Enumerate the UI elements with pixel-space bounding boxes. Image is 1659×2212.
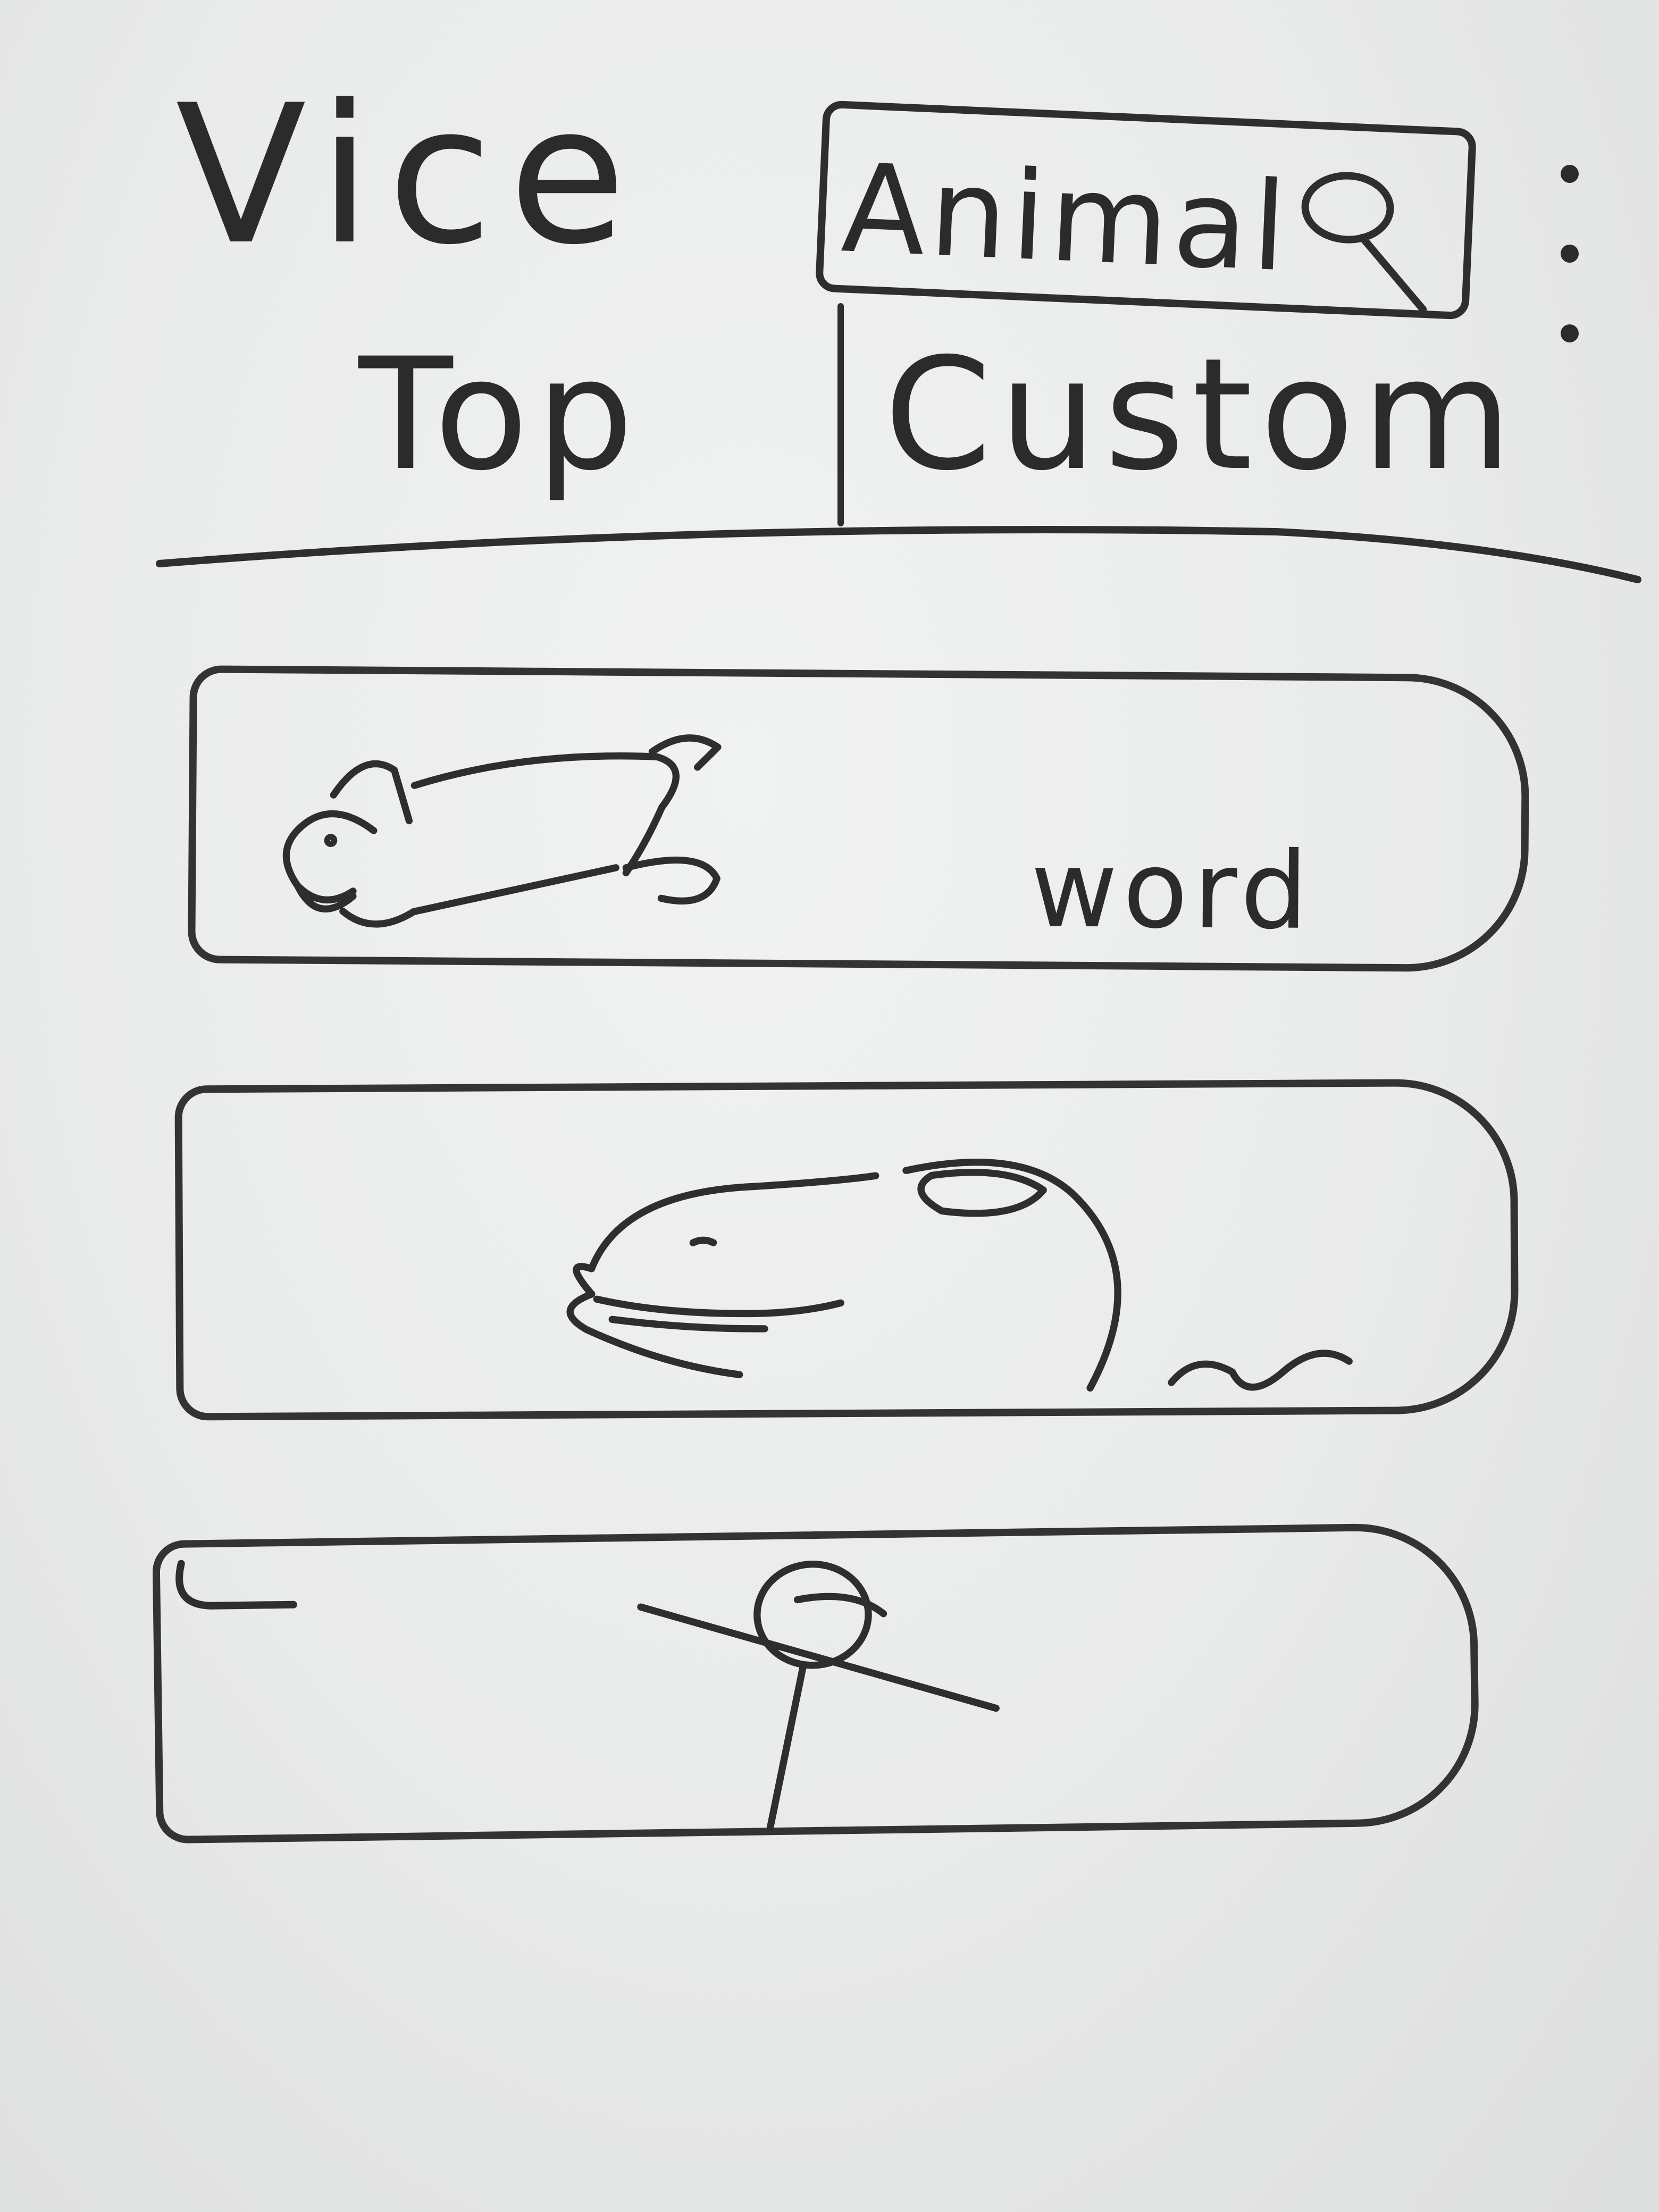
search-input[interactable]: Animal: [839, 138, 1294, 299]
tabs-underline: [156, 526, 1641, 583]
list-item[interactable]: [174, 1078, 1519, 1421]
search-icon[interactable]: [1279, 149, 1446, 315]
app-title: Vice: [175, 64, 642, 287]
tab-top[interactable]: Top: [170, 319, 830, 510]
menu-dot: [1561, 165, 1579, 183]
list-item[interactable]: word: [188, 665, 1530, 973]
tab-top-label: Top: [358, 325, 641, 505]
list-item[interactable]: [152, 1522, 1480, 1844]
tab-divider: [837, 303, 844, 526]
tab-custom[interactable]: Custom: [851, 319, 1553, 510]
animal-head-sketch: [566, 1158, 1353, 1392]
menu-dot: [1561, 245, 1579, 263]
search-box[interactable]: Animal: [815, 100, 1477, 320]
card-caption: word: [1030, 827, 1314, 953]
fox-sketch: [282, 734, 722, 928]
tab-custom-label: Custom: [884, 325, 1520, 505]
menu-dot: [1561, 324, 1579, 342]
app-screen: Vice Animal Top Custom word: [0, 0, 1659, 2212]
stick-figure-sketch: [637, 1560, 1000, 1831]
